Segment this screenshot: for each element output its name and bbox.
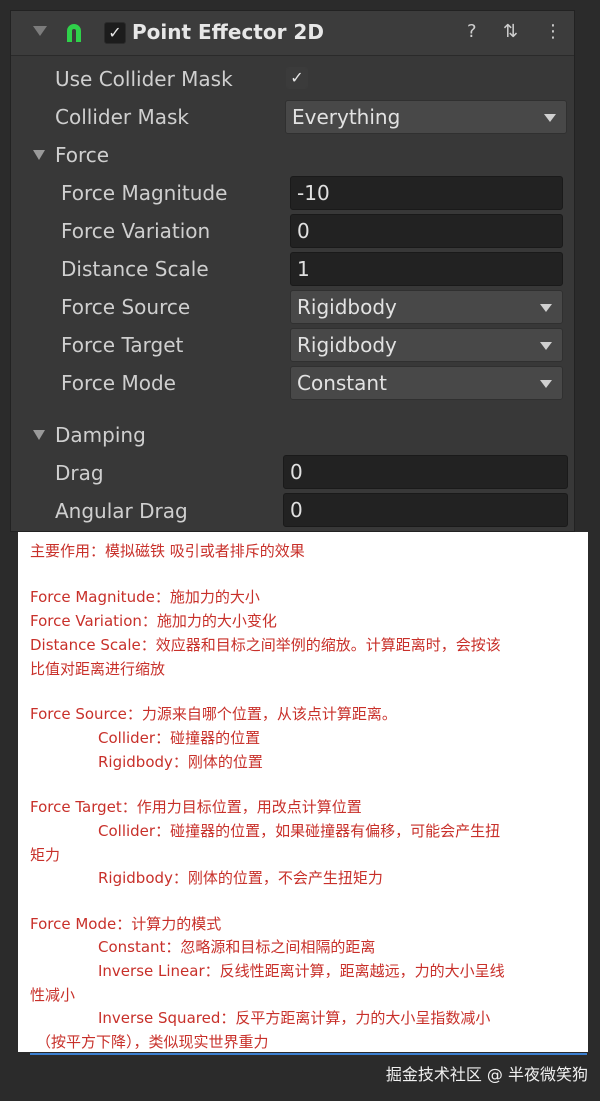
chevron-down-icon [540, 380, 552, 388]
note-force-target: Force Target：作用力目标位置，用改点计算位置 [30, 798, 362, 816]
angular-drag-label: Angular Drag [55, 499, 188, 523]
note-force-mode-inverse-linear: Inverse Linear：反线性距离计算，距离越远，力的大小呈线 [98, 962, 505, 980]
force-mode-dropdown[interactable]: Constant [290, 366, 563, 400]
collider-mask-value: Everything [292, 105, 401, 129]
point-effector-inspector: ✓ Point Effector 2D ? ⇅ ⋮ Use Collider M… [10, 10, 575, 532]
note-main-purpose: 主要作用：模拟磁铁 吸引或者排斥的效果 [30, 542, 305, 560]
force-target-dropdown[interactable]: Rigidbody [290, 328, 563, 362]
enabled-checkbox[interactable]: ✓ [104, 22, 126, 44]
note-force-mode: Force Mode：计算力的模式 [30, 915, 222, 933]
chevron-down-icon [540, 304, 552, 312]
force-magnitude-field[interactable]: -10 [290, 176, 563, 210]
force-mode-value: Constant [297, 371, 387, 395]
force-source-dropdown[interactable]: Rigidbody [290, 290, 563, 324]
drag-field[interactable]: 0 [283, 455, 568, 489]
force-fold-icon[interactable] [33, 150, 45, 160]
note-force-magnitude: Force Magnitude：施加力的大小 [30, 588, 260, 606]
note-distance-scale: Distance Scale：效应器和目标之间举例的缩放。计算距离时，会按该 [30, 636, 501, 654]
damping-section-label[interactable]: Damping [55, 423, 146, 447]
use-collider-mask-checkbox[interactable]: ✓ [286, 67, 308, 89]
collider-mask-dropdown[interactable]: Everything [285, 100, 567, 134]
note-force-mode-constant: Constant：忽略源和目标之间相隔的距离 [98, 938, 376, 956]
force-source-label: Force Source [61, 295, 191, 319]
force-variation-field[interactable]: 0 [290, 214, 563, 248]
component-header[interactable]: ✓ Point Effector 2D ? ⇅ ⋮ [11, 11, 574, 56]
collider-mask-label: Collider Mask [55, 105, 189, 129]
distance-scale-label: Distance Scale [61, 257, 209, 281]
chevron-down-icon [540, 342, 552, 350]
more-options-icon[interactable]: ⋮ [544, 21, 562, 42]
damping-fold-icon[interactable] [33, 430, 45, 440]
distance-scale-field[interactable]: 1 [290, 252, 563, 286]
force-magnitude-label: Force Magnitude [61, 181, 228, 205]
force-target-label: Force Target [61, 333, 184, 357]
note-force-target-collider: Collider：碰撞器的位置，如果碰撞器有偏移，可能会产生扭 [98, 822, 501, 840]
note-force-mode-inverse-squared: Inverse Squared：反平方距离计算，力的大小呈指数减小 [98, 1009, 491, 1027]
presets-icon[interactable]: ⇅ [503, 21, 518, 42]
watermark: 掘金技术社区 @ 半夜微笑狗 [385, 1065, 588, 1084]
note-force-variation: Force Variation：施加力的大小变化 [30, 612, 277, 630]
note-force-mode-inverse-squared-cont: （按平方下降），类似现实世界重力 [36, 1033, 269, 1051]
force-source-value: Rigidbody [297, 295, 397, 319]
screenshot-frame: ✓ Point Effector 2D ? ⇅ ⋮ Use Collider M… [0, 0, 600, 1101]
force-target-value: Rigidbody [297, 333, 397, 357]
note-force-source-collider: Collider：碰撞器的位置 [98, 729, 261, 747]
note-force-source: Force Source：力源来自哪个位置，从该点计算距离。 [30, 705, 397, 723]
magnet-icon [67, 24, 81, 42]
divider [30, 1053, 587, 1055]
use-collider-mask-label: Use Collider Mask [55, 67, 233, 91]
force-mode-label: Force Mode [61, 371, 176, 395]
note-force-target-collider-cont: 矩力 [30, 846, 61, 864]
component-title: Point Effector 2D [132, 20, 324, 44]
drag-label: Drag [55, 461, 104, 485]
angular-drag-field[interactable]: 0 [283, 493, 568, 527]
note-distance-scale-cont: 比值对距离进行缩放 [30, 660, 166, 678]
chevron-down-icon [544, 114, 556, 122]
note-force-source-rigidbody: Rigidbody：刚体的位置 [98, 753, 263, 771]
note-force-mode-inverse-linear-cont: 性减小 [30, 986, 76, 1004]
force-section-label[interactable]: Force [55, 143, 109, 167]
collapse-arrow-icon[interactable] [33, 26, 47, 36]
help-icon[interactable]: ? [467, 21, 477, 42]
note-force-target-rigidbody: Rigidbody：刚体的位置，不会产生扭矩力 [98, 869, 383, 887]
force-variation-label: Force Variation [61, 219, 211, 243]
